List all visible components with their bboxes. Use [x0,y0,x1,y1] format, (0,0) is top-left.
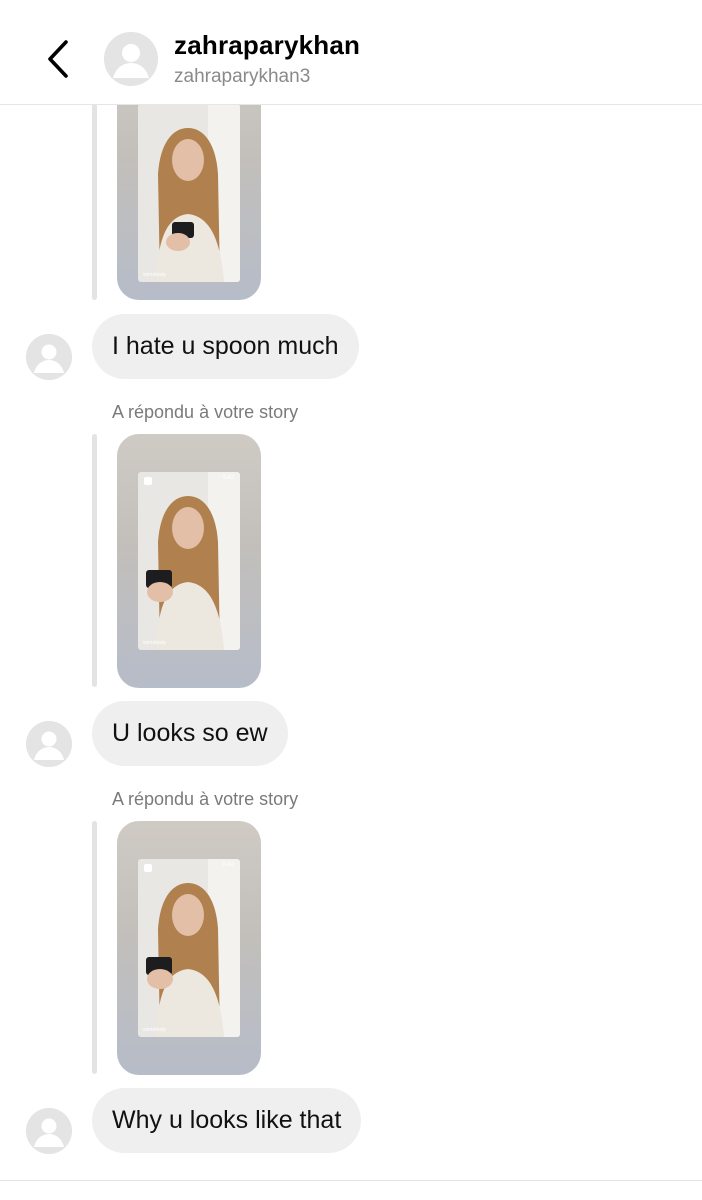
story-photo [138,472,240,650]
reply-label: A répondu à votre story [112,789,299,809]
story-time: 0:42 [222,475,234,481]
user-avatar-icon [26,721,72,767]
story-photo [138,859,240,1037]
reply-label: A répondu à votre story [112,402,299,422]
chat-title[interactable]: zahraparykhan [174,30,360,61]
story-caption: somebody [143,272,167,278]
story-caption: somebody [143,640,167,646]
back-button[interactable] [38,36,78,82]
reply-thread-line [92,821,97,1074]
story-time: 0:42 [222,862,234,868]
story-caption: somebody [143,1027,167,1033]
story-photo [138,104,240,282]
sender-avatar[interactable] [26,334,72,380]
chevron-left-icon [48,40,68,78]
story-lock-icon [144,864,152,872]
message-bubble[interactable]: U looks so ew [92,701,288,766]
chat-subtitle: zahraparykhan3 [174,66,311,87]
story-preview: 0:42 somebody [138,472,240,650]
reply-thread-line [92,104,97,300]
user-avatar-icon [26,1108,72,1154]
sender-avatar[interactable] [26,1108,72,1154]
message-bubble[interactable]: I hate u spoon much [92,314,359,379]
story-preview: 0:42 somebody [138,859,240,1037]
story-thumbnail[interactable]: 0:42 somebody [117,434,261,688]
profile-avatar[interactable] [104,32,158,86]
story-thumbnail[interactable]: 0:42 somebody [117,821,261,1075]
chat-header: zahraparykhan zahraparykhan3 [0,0,702,105]
message-bubble[interactable]: Why u looks like that [92,1088,362,1153]
reply-thread-line [92,434,97,687]
user-avatar-icon [26,334,72,380]
user-avatar-icon [104,32,158,86]
sender-avatar[interactable] [26,721,72,767]
divider [0,1180,702,1181]
story-preview: somebody [138,104,240,282]
story-lock-icon [144,477,152,485]
